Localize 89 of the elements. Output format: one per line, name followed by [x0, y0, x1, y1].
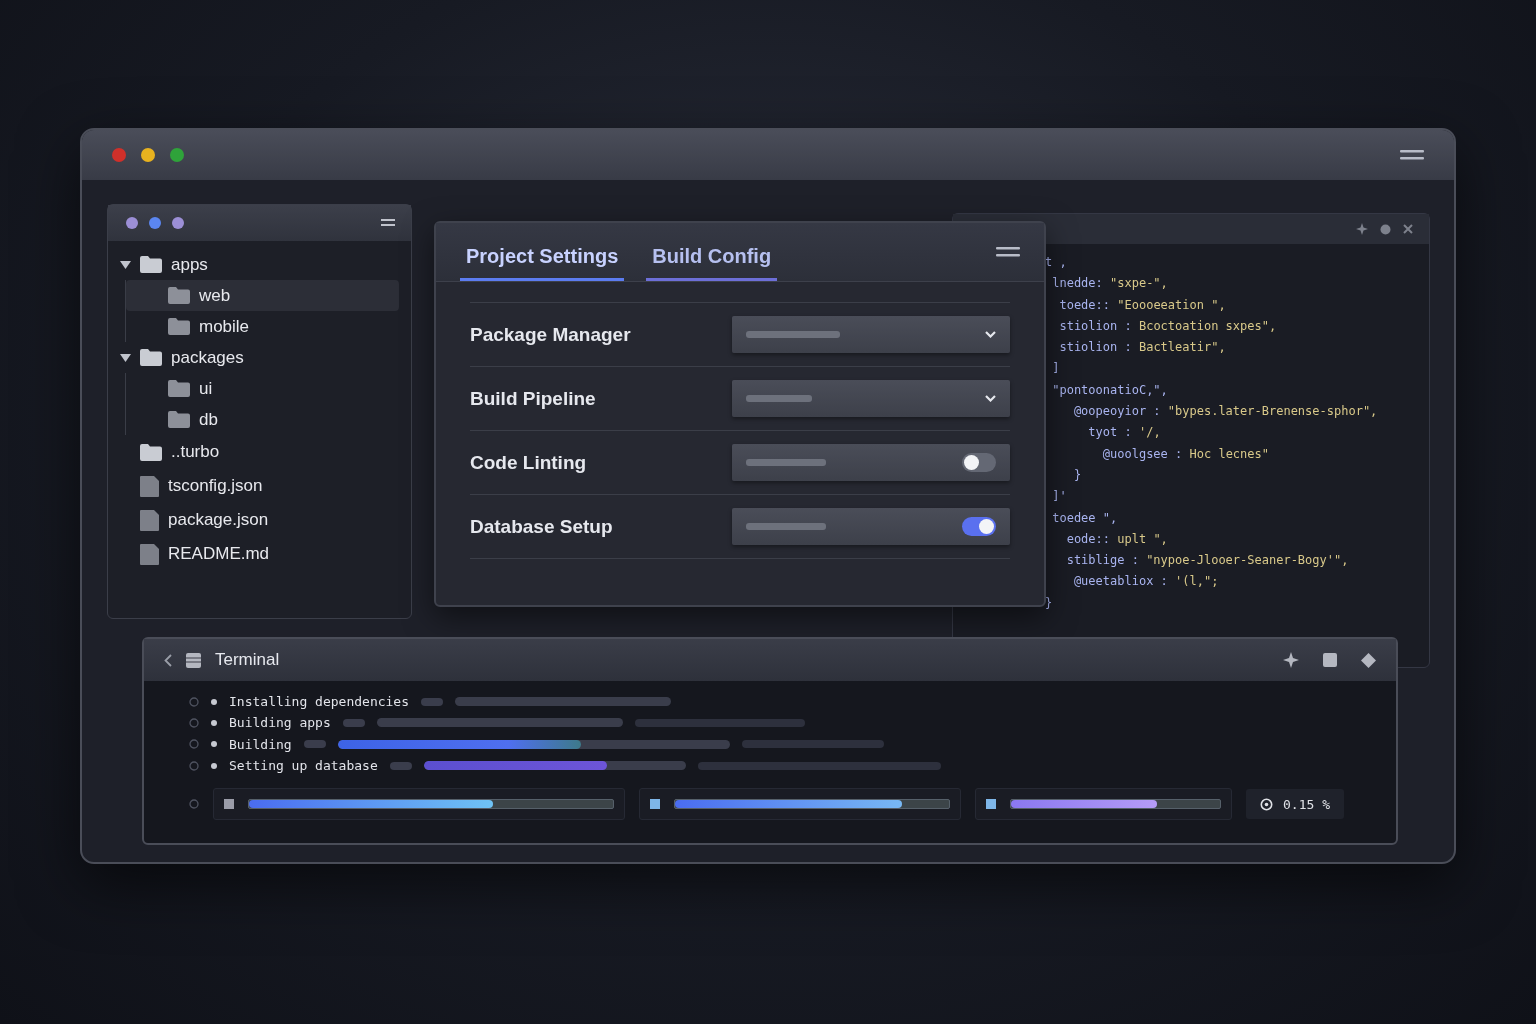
file-icon	[140, 543, 159, 565]
spinner-icon	[189, 799, 199, 810]
code-line: lnedde: "sxpe-",	[1051, 275, 1169, 293]
placeholder-bar	[746, 395, 812, 402]
window-control-dot[interactable]	[170, 148, 184, 162]
panel-title: Terminal	[215, 650, 280, 670]
tab[interactable]: Build Config	[646, 245, 778, 281]
spinner-icon	[189, 696, 199, 707]
square-icon	[986, 799, 996, 810]
tree-item[interactable]: apps	[120, 249, 399, 280]
task-label: Building	[229, 736, 292, 752]
setting-label: Code Linting	[470, 451, 587, 474]
toggle-switch[interactable]	[962, 517, 996, 536]
menu-icon[interactable]	[381, 219, 395, 227]
setting-label: Package Manager	[470, 323, 631, 346]
bullet-icon	[211, 762, 217, 769]
code-line: ]	[1051, 360, 1061, 378]
tab[interactable]: Project Settings	[460, 245, 625, 281]
folder-icon	[168, 411, 190, 428]
code-line: ]'	[1051, 488, 1068, 506]
progress-stub	[342, 718, 365, 727]
task-label: Building apps	[229, 715, 331, 731]
tree-item[interactable]: ..turbo	[120, 435, 399, 469]
task-label: Installing dependencies	[229, 694, 409, 710]
code-line: stiolion : Bcoctoation sxpes",	[1058, 317, 1278, 335]
window-control-dot[interactable]	[126, 217, 138, 229]
code-line: eode:: uplt ",	[1065, 530, 1169, 548]
circle-icon[interactable]	[1380, 223, 1391, 235]
folder-icon	[140, 443, 162, 461]
caret-icon[interactable]	[120, 260, 131, 269]
square-icon	[224, 799, 234, 810]
tree-item[interactable]: package.json	[120, 503, 399, 537]
spinner-icon	[189, 717, 199, 728]
tree-item[interactable]: ui	[126, 373, 399, 404]
tree-item[interactable]: tsconfig.json	[120, 469, 399, 503]
tree-item[interactable]: mobile	[126, 311, 399, 342]
back-icon[interactable]	[164, 653, 172, 667]
pin-icon[interactable]	[1356, 223, 1368, 235]
folder-icon	[168, 287, 190, 304]
folder-icon	[168, 380, 190, 397]
menu-icon[interactable]	[996, 246, 1020, 258]
close-icon[interactable]	[1403, 224, 1413, 234]
percent-text: 0.15 %	[1283, 796, 1330, 812]
code-line: tyot : '/,	[1087, 424, 1162, 442]
setting-label: Build Pipeline	[470, 387, 596, 410]
bullet-icon	[211, 698, 217, 705]
code-line: toede:: "Eoooeeation ",	[1058, 296, 1227, 314]
code-line: "pontoonatioC,",	[1051, 381, 1169, 399]
diamond-icon[interactable]	[1361, 652, 1376, 668]
window-control-dot[interactable]	[172, 217, 184, 229]
code-line: stiblige : "nypoe-Jlooer-Seaner-Bogy'",	[1065, 552, 1350, 570]
code-line: @ueetabliox : '(l,";	[1072, 573, 1220, 591]
terminal-icon	[186, 652, 201, 668]
progress-stub	[421, 697, 443, 706]
spinner-icon	[189, 760, 199, 771]
code-line: @uoolgsee : Hoc lecnes"	[1101, 445, 1270, 463]
chevron-down-icon	[985, 395, 996, 402]
file-icon	[140, 509, 159, 531]
window-control-dot[interactable]	[112, 148, 126, 162]
folder-icon	[140, 349, 162, 366]
folder-icon	[140, 256, 162, 273]
caret-icon[interactable]	[120, 353, 131, 362]
code-line: @oopeoyior : "bypes.later-Brenense-sphor",	[1072, 403, 1379, 421]
code-line: }	[1072, 466, 1083, 484]
folder-icon	[168, 318, 190, 335]
setting-label: Database Setup	[470, 515, 613, 538]
pin-icon[interactable]	[1283, 652, 1299, 668]
tree-item[interactable]: README.md	[120, 537, 399, 571]
bullet-icon	[211, 741, 217, 748]
tree-item[interactable]: web	[126, 280, 399, 311]
chevron-down-icon	[985, 331, 996, 338]
tree-item[interactable]: packages	[120, 342, 399, 373]
square-icon	[650, 799, 660, 810]
tree-item[interactable]: db	[126, 404, 399, 435]
code-line: t ,	[1045, 254, 1068, 271]
task-label: Setting up database	[229, 758, 378, 774]
menu-icon[interactable]	[1400, 149, 1424, 161]
bullet-icon	[211, 719, 217, 726]
target-icon	[1260, 797, 1273, 811]
window-control-dot[interactable]	[149, 217, 161, 229]
file-icon	[140, 475, 159, 497]
progress-stub	[389, 761, 412, 770]
spinner-icon	[189, 739, 199, 750]
code-line: toedee ",	[1051, 509, 1119, 527]
toggle-switch[interactable]	[962, 453, 996, 472]
window-control-dot[interactable]	[141, 148, 155, 162]
code-line: stiolion : Bactleatir",	[1058, 339, 1227, 357]
progress-stub	[303, 740, 326, 749]
code-line: }	[1045, 594, 1054, 612]
